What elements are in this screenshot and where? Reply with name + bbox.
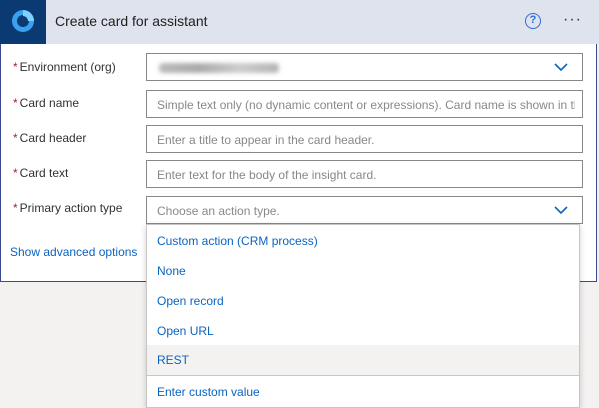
required-marker: * bbox=[13, 96, 18, 110]
card-header-label: * Card header bbox=[13, 131, 86, 145]
dataverse-logo-icon bbox=[12, 10, 34, 32]
option-open-url[interactable]: Open URL bbox=[147, 316, 579, 346]
primary-action-label-text: Primary action type bbox=[19, 201, 123, 215]
option-open-record[interactable]: Open record bbox=[147, 286, 579, 316]
dropdown-divider bbox=[147, 375, 579, 376]
environment-value-redacted bbox=[159, 63, 279, 73]
primary-action-select[interactable]: Choose an action type. bbox=[146, 196, 583, 224]
option-none[interactable]: None bbox=[147, 256, 579, 286]
required-marker: * bbox=[13, 166, 18, 180]
card-header-input[interactable]: Enter a title to appear in the card head… bbox=[146, 125, 583, 153]
environment-label: * Environment (org) bbox=[13, 60, 116, 74]
card-text-placeholder: Enter text for the body of the insight c… bbox=[157, 168, 377, 182]
card-name-label: * Card name bbox=[13, 96, 79, 110]
chevron-down-icon bbox=[554, 63, 568, 72]
help-icon[interactable]: ? bbox=[525, 13, 541, 29]
show-advanced-options-link[interactable]: Show advanced options bbox=[10, 245, 137, 259]
option-rest[interactable]: REST bbox=[147, 345, 579, 375]
required-marker: * bbox=[13, 60, 18, 74]
primary-action-label: * Primary action type bbox=[13, 201, 122, 215]
card-header-bar: Create card for assistant ? ··· bbox=[0, 0, 599, 44]
card-header-label-text: Card header bbox=[19, 131, 87, 145]
card-text-label: * Card text bbox=[13, 166, 68, 180]
card-name-input[interactable]: Simple text only (no dynamic content or … bbox=[146, 90, 583, 118]
card-header-placeholder: Enter a title to appear in the card head… bbox=[157, 133, 375, 147]
required-marker: * bbox=[13, 201, 18, 215]
card-name-label-text: Card name bbox=[19, 96, 80, 110]
app-logo bbox=[0, 0, 46, 44]
required-marker: * bbox=[13, 131, 18, 145]
option-enter-custom-value[interactable]: Enter custom value bbox=[147, 377, 579, 407]
environment-select[interactable] bbox=[146, 53, 583, 81]
card-name-placeholder: Simple text only (no dynamic content or … bbox=[157, 98, 575, 112]
option-custom-action[interactable]: Custom action (CRM process) bbox=[147, 226, 579, 256]
action-type-dropdown: Custom action (CRM process) None Open re… bbox=[146, 224, 580, 408]
primary-action-placeholder: Choose an action type. bbox=[157, 204, 280, 218]
environment-label-text: Environment (org) bbox=[19, 60, 116, 74]
more-options-icon[interactable]: ··· bbox=[563, 11, 582, 29]
card-text-label-text: Card text bbox=[19, 166, 69, 180]
page-title: Create card for assistant bbox=[55, 13, 208, 29]
chevron-down-icon bbox=[554, 206, 568, 215]
card-text-input[interactable]: Enter text for the body of the insight c… bbox=[146, 160, 583, 188]
